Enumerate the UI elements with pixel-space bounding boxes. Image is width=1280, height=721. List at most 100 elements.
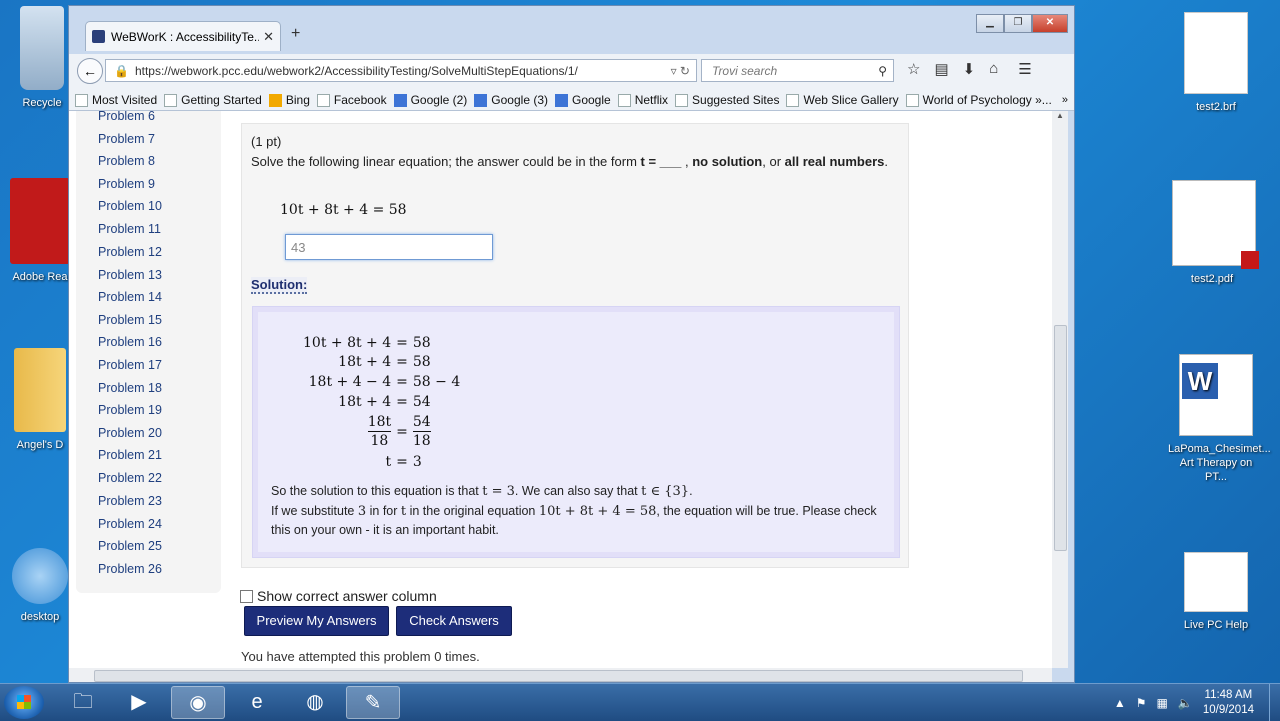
solution-heading[interactable]: Solution: xyxy=(251,277,308,294)
address-bar[interactable]: 🔒 https://webwork.pcc.edu/webwork2/Access… xyxy=(105,59,697,82)
bookmark-item[interactable]: Google (2) xyxy=(393,93,467,107)
bookmark-item[interactable]: Most Visited xyxy=(75,93,157,107)
webwork-favicon-icon xyxy=(92,30,105,43)
home-icon[interactable]: ⌂ xyxy=(989,60,998,78)
browser-tab[interactable]: WeBWorK : AccessibilityTe... ✕ xyxy=(85,21,281,51)
sidebar-item-problem[interactable]: Problem 16 xyxy=(98,335,162,349)
app-icon[interactable]: ✎ xyxy=(346,686,400,719)
network-icon[interactable]: ▦ xyxy=(1157,696,1168,710)
taskbar: 🗀 ▶ ◉ e ◍ ✎ ▲ ⚑ ▦ 🔈 11:48 AM 10/9/2014 xyxy=(0,683,1280,721)
vertical-scroll-thumb[interactable] xyxy=(1054,325,1067,551)
sidebar-item-problem[interactable]: Problem 23 xyxy=(98,494,162,508)
volume-icon[interactable]: 🔈 xyxy=(1178,696,1193,710)
sidebar-item-problem[interactable]: Problem 17 xyxy=(98,358,162,372)
reload-icon[interactable]: ▿ ↻ xyxy=(671,60,690,83)
step-lhs: 10t + 8t + 4 xyxy=(303,334,392,351)
sidebar-item-problem[interactable]: Problem 7 xyxy=(98,132,155,146)
downloads-icon[interactable]: ⬇ xyxy=(963,60,976,78)
sidebar-item-problem[interactable]: Problem 24 xyxy=(98,517,162,531)
shortcut-file-icon xyxy=(1184,552,1248,612)
bookmark-star-icon[interactable]: ☆ xyxy=(907,60,920,78)
desktop-icon-test2-brf[interactable]: test2.brf xyxy=(1176,12,1256,114)
sidebar-item-problem[interactable]: Problem 14 xyxy=(98,290,162,304)
bookmark-item[interactable]: Google xyxy=(555,93,611,107)
desktop-icon-label: test2.pdf xyxy=(1190,273,1234,285)
horizontal-scroll-thumb[interactable] xyxy=(94,670,1023,682)
start-button[interactable] xyxy=(4,686,44,719)
firefox-icon[interactable]: ◉ xyxy=(171,686,225,719)
bookmark-item[interactable]: Facebook xyxy=(316,93,387,107)
sidebar-item-problem[interactable]: Problem 18 xyxy=(98,381,162,395)
desktop-icon-label: LaPoma_Chesimet... xyxy=(1168,443,1271,455)
preview-answers-button[interactable]: Preview My Answers xyxy=(244,606,389,636)
flag-tray-icon[interactable]: ⚑ xyxy=(1136,696,1147,710)
bookmark-item[interactable]: Web Slice Gallery xyxy=(786,93,899,107)
solution-steps: 10t + 8t + 4 = 58 18t + 4 = 58 18t + 4 − 4 = 5… xyxy=(303,334,461,471)
sidebar-item-problem[interactable]: Problem 8 xyxy=(98,154,155,168)
sidebar-item-problem[interactable]: Problem 22 xyxy=(98,471,162,485)
close-tab-icon[interactable]: ✕ xyxy=(263,29,274,45)
maximize-icon[interactable]: ❐ xyxy=(1004,14,1032,33)
bookmark-item[interactable]: Bing xyxy=(268,93,310,107)
show-correct-answers-checkbox[interactable]: Show correct answer column xyxy=(240,588,437,604)
sidebar-item-problem[interactable]: Problem 11 xyxy=(98,222,161,236)
bookmark-item[interactable]: Google (3) xyxy=(474,93,548,107)
minimize-icon[interactable]: ▁ xyxy=(976,14,1004,33)
checkbox-icon[interactable] xyxy=(240,589,253,603)
attempts-text: You have attempted this problem 0 times. xyxy=(241,649,480,664)
title-bar: WeBWorK : AccessibilityTe... ✕ + ▁ ❐ ✕ xyxy=(69,6,1074,54)
sidebar-item-problem[interactable]: Problem 15 xyxy=(98,313,162,327)
vertical-scrollbar[interactable]: ▲ xyxy=(1052,111,1068,668)
check-answers-button[interactable]: Check Answers xyxy=(396,606,512,636)
close-window-icon[interactable]: ✕ xyxy=(1032,14,1068,33)
sidebar-item-problem[interactable]: Problem 13 xyxy=(98,268,162,282)
sidebar-item-problem[interactable]: Problem 26 xyxy=(98,562,162,576)
sidebar-item-problem[interactable]: Problem 10 xyxy=(98,199,162,213)
explorer-icon[interactable]: 🗀 xyxy=(56,686,110,719)
sidebar-item-problem[interactable]: Problem 21 xyxy=(98,448,162,462)
bookmark-icon xyxy=(905,93,919,107)
horizontal-scrollbar[interactable] xyxy=(69,668,1052,682)
show-desktop-button[interactable] xyxy=(1269,684,1280,721)
desktop-icon-live-pc-help[interactable]: Live PC Help xyxy=(1176,552,1256,632)
menu-icon[interactable]: ☰ xyxy=(1018,60,1031,78)
problem-list-sidebar: Problem 6 Problem 7 Problem 8 Problem 9 … xyxy=(76,111,221,593)
sidebar-item-problem[interactable]: Problem 19 xyxy=(98,403,162,417)
desktop-icon-test2-pdf[interactable]: test2.pdf xyxy=(1172,180,1259,286)
folder-icon xyxy=(14,348,66,432)
chrome-icon[interactable]: ◍ xyxy=(288,686,342,719)
sidebar-item-problem[interactable]: Problem 20 xyxy=(98,426,162,440)
step-lhs: t xyxy=(385,454,392,471)
clock[interactable]: 11:48 AM 10/9/2014 xyxy=(1203,688,1254,718)
scroll-up-icon[interactable]: ▲ xyxy=(1052,111,1068,120)
new-tab-icon[interactable]: + xyxy=(291,25,300,43)
answer-input[interactable]: 43 xyxy=(285,234,493,260)
sidebar-item-problem[interactable]: Problem 12 xyxy=(98,245,162,259)
fraction-lhs: 18t 18 xyxy=(367,414,392,450)
bookmark-item[interactable]: Suggested Sites xyxy=(675,93,779,107)
recycle-bin-icon xyxy=(20,6,64,90)
url-text: https://webwork.pcc.edu/webwork2/Accessi… xyxy=(134,64,578,78)
desktop-icon-word-doc[interactable]: W LaPoma_Chesimet... Art Therapy on PT..… xyxy=(1168,354,1271,484)
step-lhs: 18t + 4 xyxy=(338,393,392,410)
tray-expand-icon[interactable]: ▲ xyxy=(1114,696,1126,710)
bookmark-item[interactable]: Netflix xyxy=(617,93,668,107)
step-rhs: 58 xyxy=(412,334,431,351)
sidebar-item-problem[interactable]: Problem 25 xyxy=(98,539,162,553)
back-button-icon[interactable]: ← xyxy=(77,58,103,84)
search-icon[interactable]: ⚲ xyxy=(878,60,887,83)
more-bookmarks-icon[interactable]: » xyxy=(1062,94,1068,106)
bookmark-item[interactable]: World of Psychology »... xyxy=(905,93,1052,107)
problem-statement: Solve the following linear equation; the… xyxy=(251,154,888,169)
solution-box: 10t + 8t + 4 = 58 18t + 4 = 58 18t + 4 − 4 = 5… xyxy=(252,306,900,558)
bookmark-icon xyxy=(786,93,800,107)
bookmark-item[interactable]: Getting Started xyxy=(164,93,262,107)
search-field[interactable]: Trovi search ⚲ xyxy=(701,59,894,82)
internet-explorer-icon[interactable]: e xyxy=(230,686,284,719)
sidebar-item-problem[interactable]: Problem 6 xyxy=(98,111,155,123)
sidebar-item-problem[interactable]: Problem 9 xyxy=(98,177,155,191)
bookmarks-menu-icon[interactable]: ▤ xyxy=(934,60,948,78)
search-placeholder: Trovi search xyxy=(712,64,778,78)
clock-time: 11:48 AM xyxy=(1204,688,1253,701)
media-player-icon[interactable]: ▶ xyxy=(112,686,166,719)
